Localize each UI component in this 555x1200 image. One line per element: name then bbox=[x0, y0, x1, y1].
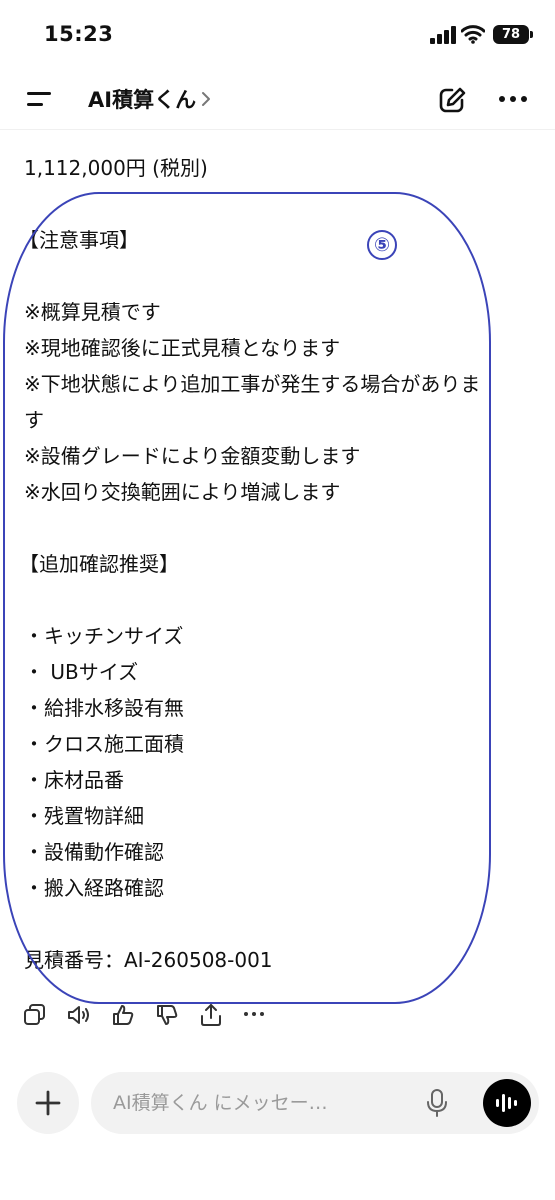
list-item: ・キッチンサイズ bbox=[24, 624, 184, 648]
message-line bbox=[24, 906, 494, 942]
status-bar: 15:23 78 bbox=[0, 0, 555, 70]
list-item: ・ UBサイズ bbox=[24, 660, 139, 684]
note-line: ※水回り交換範囲により増減します bbox=[24, 480, 341, 504]
wifi-icon bbox=[461, 25, 485, 44]
chat-title: AI積算くん bbox=[88, 88, 197, 112]
list-item: ・搬入経路確認 bbox=[24, 876, 164, 900]
annotation-number: ⑤ bbox=[367, 230, 397, 260]
price-line: 1,112,000円 (税別) bbox=[24, 156, 208, 180]
note-line: ※現地確認後に正式見積となります bbox=[24, 336, 341, 360]
share-icon[interactable] bbox=[198, 1002, 224, 1028]
note-line: ※概算見積です bbox=[24, 300, 161, 324]
menu-icon[interactable] bbox=[27, 89, 53, 109]
list-item: ・クロス施工面積 bbox=[24, 732, 184, 756]
battery-icon: 78 bbox=[493, 25, 533, 44]
list-item: ・残置物詳細 bbox=[24, 804, 144, 828]
message-composer bbox=[91, 1072, 539, 1134]
voice-mode-icon bbox=[496, 1092, 518, 1114]
compose-icon[interactable] bbox=[438, 86, 468, 114]
message-line bbox=[24, 510, 494, 546]
message-line bbox=[24, 582, 494, 618]
battery-level: 78 bbox=[501, 27, 521, 42]
speaker-icon[interactable] bbox=[66, 1002, 92, 1028]
attach-button[interactable] bbox=[17, 1072, 79, 1134]
more-icon[interactable] bbox=[499, 96, 529, 104]
signal-icon bbox=[430, 26, 456, 44]
message-input[interactable] bbox=[113, 1088, 403, 1118]
note-line: ※設備グレードにより金額変動します bbox=[24, 444, 361, 468]
list-item: ・給排水移設有無 bbox=[24, 696, 184, 720]
list-item: ・床材品番 bbox=[24, 768, 124, 792]
more-icon[interactable] bbox=[244, 1012, 266, 1018]
message-line bbox=[24, 186, 494, 222]
thumbs-up-icon[interactable] bbox=[110, 1002, 136, 1028]
message-actions bbox=[22, 1000, 282, 1030]
microphone-icon[interactable] bbox=[425, 1088, 449, 1118]
thumbs-down-icon[interactable] bbox=[154, 1002, 180, 1028]
copy-icon[interactable] bbox=[22, 1002, 48, 1028]
note-line: ※下地状態により追加工事が発生する場合があります bbox=[24, 372, 481, 432]
voice-mode-button[interactable] bbox=[483, 1079, 531, 1127]
status-time: 15:23 bbox=[44, 22, 114, 46]
estimate-number: 見積番号：AI-260508-001 bbox=[24, 948, 273, 972]
section-heading: 【注意事項】 bbox=[19, 228, 139, 252]
section-heading: 【追加確認推奨】 bbox=[19, 552, 179, 576]
message-line bbox=[24, 258, 494, 294]
assistant-message: 1,112,000円 (税別) 【注意事項】 ※概算見積です ※現地確認後に正式… bbox=[19, 150, 494, 978]
chat-title-button[interactable]: AI積算くん bbox=[88, 84, 212, 114]
list-item: ・設備動作確認 bbox=[24, 840, 164, 864]
chevron-right-icon bbox=[202, 92, 211, 106]
plus-icon bbox=[35, 1090, 61, 1116]
chat-header: AI積算くん bbox=[0, 70, 555, 130]
